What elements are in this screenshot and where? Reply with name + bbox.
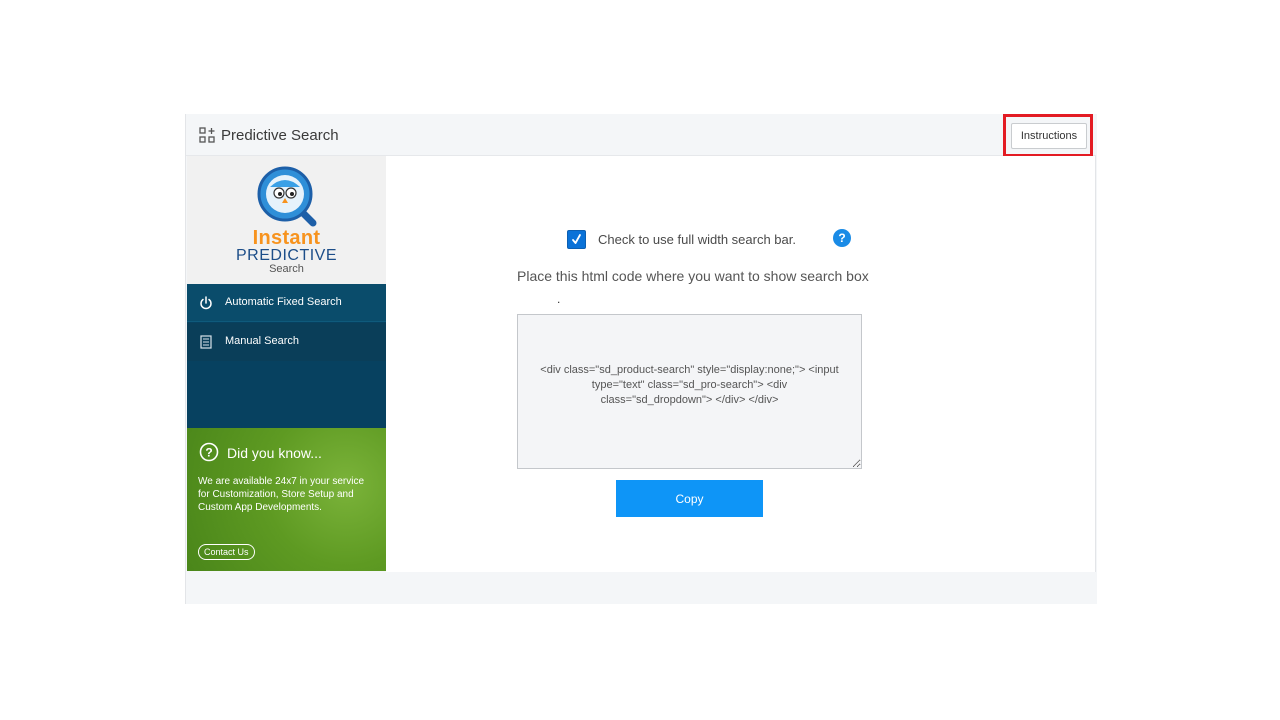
sidebar-nav: Automatic Fixed Search Manual Search <box>187 284 386 428</box>
main-content: Check to use full width search bar. ? Pl… <box>386 156 1096 572</box>
sidebar-item-manual-search[interactable]: Manual Search <box>187 323 386 361</box>
sidebar: Instant PREDICTIVE Search Automatic Fixe… <box>187 156 386 571</box>
power-icon <box>200 296 212 310</box>
sidebar-item-label: Automatic Fixed Search <box>225 296 342 308</box>
app-logo: Instant PREDICTIVE Search <box>187 156 386 284</box>
copy-button[interactable]: Copy <box>616 480 763 517</box>
did-you-know-heading: Did you know... <box>227 445 322 461</box>
page-title: Predictive Search <box>221 127 339 144</box>
checkmark-icon <box>572 234 581 244</box>
help-icon[interactable]: ? <box>833 229 851 247</box>
html-code-textarea[interactable]: <div class="sd_product-search" style="di… <box>517 314 862 469</box>
sidebar-item-label: Manual Search <box>225 335 299 347</box>
owl-magnifier-icon <box>257 166 317 227</box>
contact-us-button[interactable]: Contact Us <box>198 544 255 560</box>
full-width-checkbox-label: Check to use full width search bar. <box>598 232 796 247</box>
instructions-highlight: Instructions <box>1003 114 1093 157</box>
sidebar-item-automatic-fixed-search[interactable]: Automatic Fixed Search <box>187 284 386 322</box>
app-window: Predictive Search Instructions Instant P… <box>185 114 1097 604</box>
full-width-checkbox[interactable] <box>567 230 586 249</box>
apps-icon <box>199 127 215 143</box>
svg-text:?: ? <box>205 446 212 460</box>
document-icon <box>200 335 212 349</box>
did-you-know-panel: ? Did you know... We are available 24x7 … <box>187 428 386 571</box>
instructions-button[interactable]: Instructions <box>1011 123 1087 149</box>
app-header: Predictive Search Instructions <box>186 114 1096 157</box>
did-you-know-text: We are available 24x7 in your service fo… <box>198 476 365 513</box>
instruction-text: Place this html code where you want to s… <box>517 268 869 284</box>
question-circle-icon: ? <box>199 442 219 462</box>
logo-text-search: Search <box>269 263 304 275</box>
stray-dot: . <box>557 292 561 306</box>
